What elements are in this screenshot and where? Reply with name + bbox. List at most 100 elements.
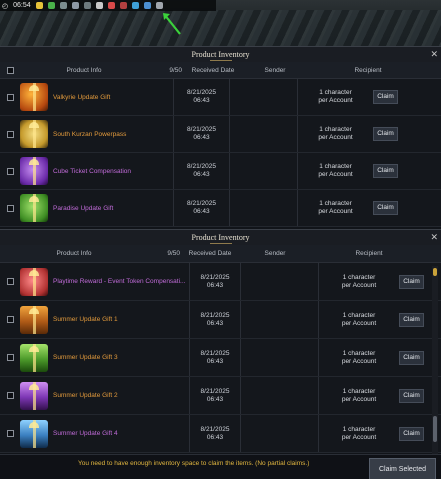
claim-button[interactable]: Claim bbox=[399, 350, 424, 365]
product-name: Summer Update Gift 4 bbox=[53, 430, 118, 437]
row-checkbox[interactable] bbox=[6, 392, 14, 399]
product-row[interactable]: Paradise Update Gift 8/21/2025 06:43 1 c… bbox=[0, 190, 441, 227]
chat-icon[interactable] bbox=[35, 2, 43, 9]
scrollbar-thumb[interactable] bbox=[433, 416, 437, 442]
bell-icon[interactable] bbox=[131, 2, 139, 9]
recipient-line-2: per Account bbox=[341, 357, 377, 365]
received-date: 8/21/2025 06:43 bbox=[173, 190, 230, 226]
gift-notification-icon[interactable] bbox=[107, 2, 115, 9]
row-checkbox[interactable] bbox=[6, 354, 14, 361]
recipient-line-1: 1 character bbox=[342, 273, 376, 281]
clock-icon: ◴ bbox=[2, 2, 9, 10]
row-checkbox-cell bbox=[0, 167, 20, 175]
sender-cell bbox=[241, 415, 319, 452]
recipient-line-2: per Account bbox=[318, 171, 353, 178]
received-date: 8/21/2025 06:43 bbox=[189, 301, 241, 338]
claim-button[interactable]: Claim bbox=[373, 127, 398, 141]
product-row[interactable]: South Kurzan Powerpass 8/21/2025 06:43 1… bbox=[0, 116, 441, 153]
mail-icon[interactable] bbox=[119, 2, 127, 9]
col-received-date: Received Date bbox=[191, 66, 235, 74]
row-checkbox[interactable] bbox=[6, 130, 14, 138]
row-checkbox[interactable] bbox=[6, 278, 14, 285]
select-all-checkbox[interactable] bbox=[6, 66, 14, 74]
product-row[interactable]: Summer Update Gift 2 8/21/2025 06:43 1 c… bbox=[0, 377, 441, 415]
product-name: Valkyrie Update Gift bbox=[53, 93, 111, 101]
claim-button[interactable]: Claim bbox=[373, 90, 398, 104]
product-row[interactable]: Summer Update Gift 1 8/21/2025 06:43 1 c… bbox=[0, 301, 441, 339]
close-icon[interactable]: ✕ bbox=[430, 230, 438, 245]
recipient-line-1: 1 character bbox=[342, 387, 376, 395]
row-checkbox-cell bbox=[0, 130, 20, 138]
row-checkbox-cell bbox=[0, 354, 20, 361]
product-name: Playtime Reward - Event Token Compensati… bbox=[53, 278, 186, 285]
recipient-line-2: per Account bbox=[341, 433, 377, 441]
claim-selected-button[interactable]: Claim Selected bbox=[369, 458, 436, 479]
received-date-time: 06:43 bbox=[206, 357, 224, 365]
wings-icon[interactable] bbox=[59, 2, 67, 9]
row-checkbox-cell bbox=[0, 316, 20, 323]
sword-icon[interactable] bbox=[95, 2, 103, 9]
sender-cell bbox=[230, 116, 298, 152]
col-recipient: Recipient bbox=[354, 66, 382, 74]
claim-button[interactable]: Claim bbox=[399, 388, 424, 403]
received-date-day: 8/21/2025 bbox=[187, 126, 216, 133]
scroll-up-icon[interactable] bbox=[433, 268, 437, 276]
home-icon[interactable] bbox=[143, 2, 151, 9]
product-name: Summer Update Gift 1 bbox=[53, 316, 118, 323]
product-row[interactable]: Valkyrie Update Gift 8/21/2025 06:43 1 c… bbox=[0, 79, 441, 116]
claim-button[interactable]: Claim bbox=[399, 274, 424, 289]
recipient-cell: 1 character per Account bbox=[319, 388, 399, 404]
received-date-day: 8/21/2025 bbox=[200, 387, 230, 395]
row-checkbox[interactable] bbox=[6, 316, 14, 323]
calendar-icon[interactable] bbox=[47, 2, 55, 9]
product-row[interactable]: Summer Update Gift 4 8/21/2025 06:43 1 c… bbox=[0, 415, 441, 453]
received-date-day: 8/21/2025 bbox=[200, 273, 230, 281]
sender-cell bbox=[230, 153, 298, 189]
row-checkbox[interactable] bbox=[6, 167, 14, 175]
received-date-day: 8/21/2025 bbox=[187, 200, 216, 207]
row-checkbox[interactable] bbox=[6, 204, 14, 212]
recipient-cell: 1 character per Account bbox=[298, 200, 373, 216]
claim-button[interactable]: Claim bbox=[373, 164, 398, 178]
orange-chest-icon bbox=[20, 305, 48, 334]
crest-icon[interactable] bbox=[83, 2, 91, 9]
recipient-line-1: 1 character bbox=[319, 126, 352, 133]
product-name: South Kurzan Powerpass bbox=[53, 130, 127, 138]
game-viewport: ◴ 06:54 bbox=[0, 0, 441, 46]
claim-button[interactable]: Claim bbox=[399, 426, 424, 441]
received-date: 8/21/2025 06:43 bbox=[173, 153, 230, 189]
claim-button[interactable]: Claim bbox=[373, 201, 398, 215]
received-date: 8/21/2025 06:43 bbox=[173, 116, 230, 152]
row-checkbox[interactable] bbox=[6, 430, 14, 437]
moon-icon[interactable] bbox=[71, 2, 79, 9]
inventory-window-front: Product Inventory ✕ Product Info 9/50 Re… bbox=[0, 229, 441, 456]
title-ornament bbox=[209, 60, 232, 64]
product-row[interactable]: Cube Ticket Compensation 8/21/2025 06:43… bbox=[0, 153, 441, 190]
item-count: 9/50 bbox=[167, 250, 180, 257]
received-date-day: 8/21/2025 bbox=[187, 89, 216, 96]
window-title-bar: Product Inventory ✕ bbox=[0, 47, 441, 62]
product-row[interactable]: Summer Update Gift 3 8/21/2025 06:43 1 c… bbox=[0, 339, 441, 377]
title-ornament bbox=[209, 243, 232, 247]
pointer-arrow-icon bbox=[163, 13, 181, 35]
received-date-day: 8/21/2025 bbox=[187, 163, 216, 170]
received-date: 8/21/2025 06:43 bbox=[189, 377, 241, 414]
received-date-time: 06:43 bbox=[193, 134, 210, 141]
received-date: 8/21/2025 06:43 bbox=[189, 339, 241, 376]
item-count: 9/50 bbox=[169, 66, 182, 74]
claim-button[interactable]: Claim bbox=[399, 312, 424, 327]
product-name: Paradise Update Gift bbox=[53, 204, 114, 212]
status-bar: ◴ 06:54 bbox=[0, 0, 216, 11]
footer-bar: You need to have enough inventory space … bbox=[0, 454, 441, 479]
recipient-line-2: per Account bbox=[341, 281, 377, 289]
menu-icon[interactable] bbox=[155, 2, 163, 9]
recipient-line-1: 1 character bbox=[319, 200, 352, 207]
col-sender: Sender bbox=[264, 66, 286, 74]
window-title-bar: Product Inventory ✕ bbox=[0, 230, 441, 245]
row-checkbox[interactable] bbox=[6, 93, 14, 101]
recipient-cell: 1 character per Account bbox=[319, 312, 399, 328]
product-row[interactable]: Playtime Reward - Event Token Compensati… bbox=[0, 263, 441, 301]
close-icon[interactable]: ✕ bbox=[430, 47, 438, 62]
sender-cell bbox=[230, 79, 298, 115]
scrollbar[interactable] bbox=[432, 266, 438, 456]
